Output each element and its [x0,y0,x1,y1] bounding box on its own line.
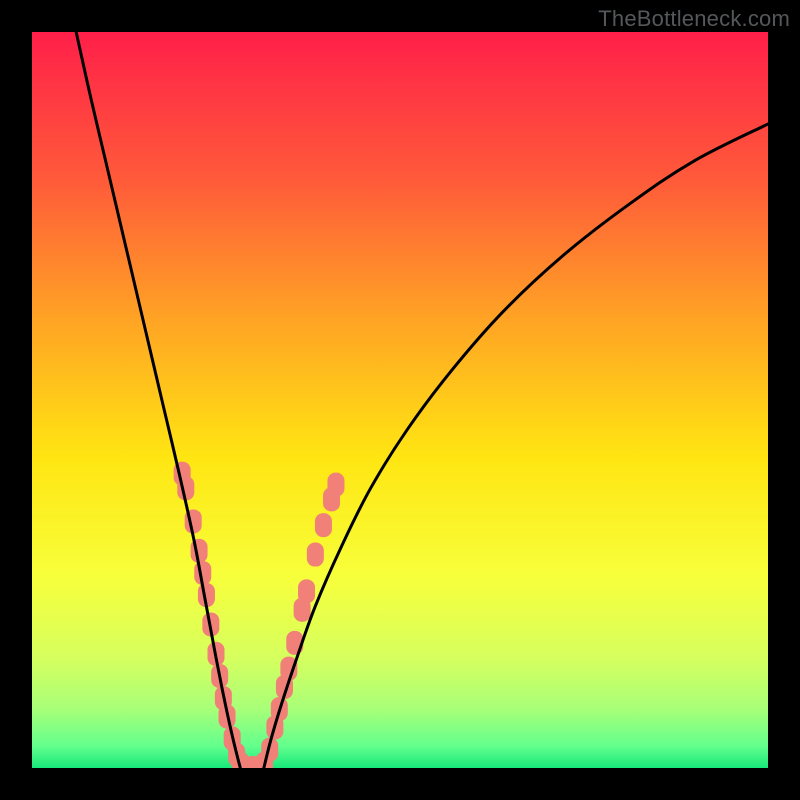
right-curve [264,124,768,768]
plot-area [32,32,768,768]
data-point [307,543,324,567]
data-point [315,513,332,537]
data-point [327,473,344,497]
data-point [298,579,315,603]
chart-plot [32,32,768,768]
chart-canvas: TheBottleneck.com [0,0,800,800]
watermark-text: TheBottleneck.com [598,6,790,32]
left-curve [76,32,240,768]
